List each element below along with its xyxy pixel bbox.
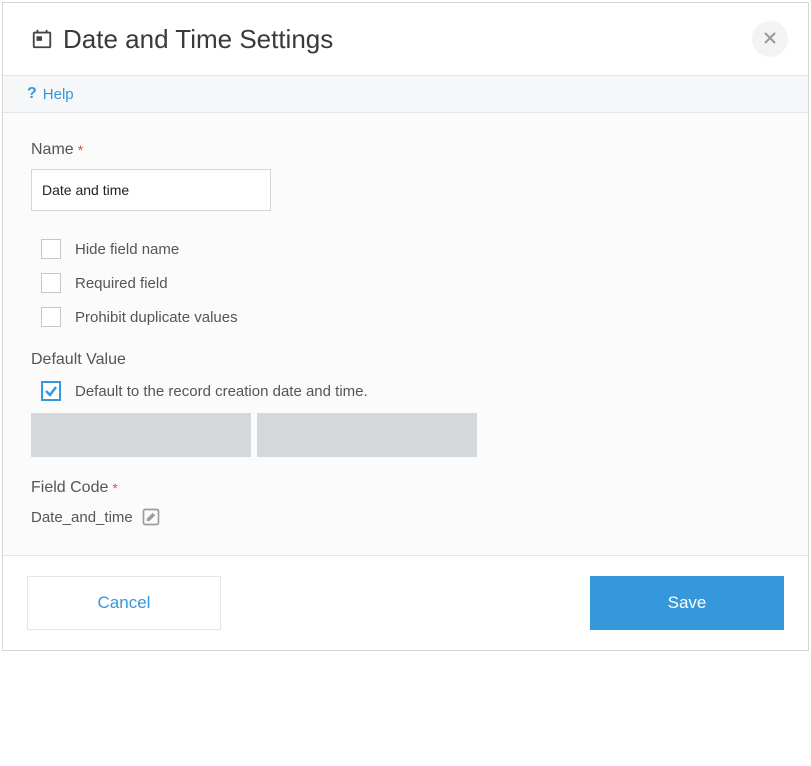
date-time-settings-dialog: Date and Time Settings ? Help Name * (2, 2, 809, 651)
default-value-inputs (31, 413, 780, 457)
field-code-required-mark: * (112, 480, 117, 496)
prohibit-duplicates-label: Prohibit duplicate values (75, 309, 238, 326)
name-input[interactable] (31, 169, 271, 211)
close-icon (763, 29, 777, 50)
dialog-title-group: Date and Time Settings (31, 24, 333, 55)
help-bar: ? Help (3, 75, 808, 113)
name-label: Name (31, 141, 74, 159)
cancel-button-label: Cancel (98, 593, 151, 613)
question-icon: ? (27, 85, 37, 103)
hide-field-name-checkbox[interactable] (41, 239, 61, 259)
calendar-icon (31, 28, 53, 50)
save-button[interactable]: Save (590, 576, 784, 630)
name-label-row: Name * (31, 141, 780, 159)
help-link[interactable]: ? Help (27, 85, 74, 103)
default-creation-checkbox[interactable] (41, 381, 61, 401)
prohibit-duplicates-checkbox[interactable] (41, 307, 61, 327)
edit-field-code-button[interactable] (141, 507, 161, 527)
default-creation-label: Default to the record creation date and … (75, 383, 368, 400)
close-button[interactable] (752, 21, 788, 57)
field-code-value: Date_and_time (31, 509, 133, 526)
required-field-checkbox[interactable] (41, 273, 61, 293)
dialog-title: Date and Time Settings (63, 24, 333, 55)
default-value-heading: Default Value (31, 351, 780, 369)
required-field-row: Required field (41, 273, 780, 293)
dialog-body: Name * Hide field name Required field Pr… (3, 113, 808, 556)
hide-field-name-row: Hide field name (41, 239, 780, 259)
required-field-label: Required field (75, 275, 168, 292)
cancel-button[interactable]: Cancel (27, 576, 221, 630)
field-code-row: Date_and_time (31, 507, 780, 527)
field-code-label-row: Field Code * (31, 479, 780, 497)
prohibit-duplicates-row: Prohibit duplicate values (41, 307, 780, 327)
default-date-input-disabled (31, 413, 251, 457)
dialog-footer: Cancel Save (3, 556, 808, 650)
hide-field-name-label: Hide field name (75, 241, 179, 258)
default-time-input-disabled (257, 413, 477, 457)
help-label: Help (43, 86, 74, 103)
required-mark: * (78, 142, 83, 158)
dialog-header: Date and Time Settings (3, 3, 808, 75)
default-creation-row: Default to the record creation date and … (41, 381, 780, 401)
field-code-label: Field Code (31, 479, 108, 497)
save-button-label: Save (668, 593, 707, 613)
